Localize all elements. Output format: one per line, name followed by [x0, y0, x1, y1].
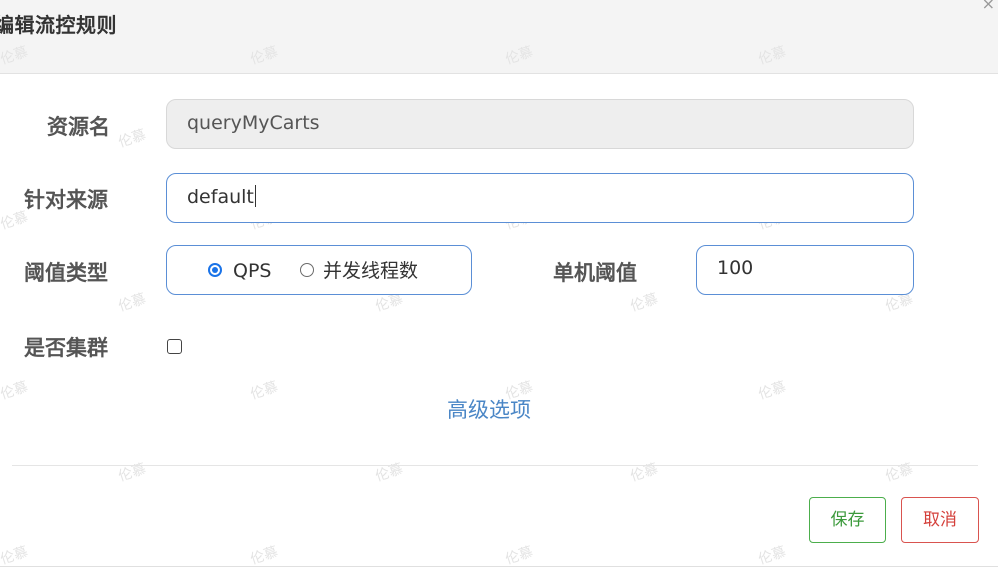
cluster-label: 是否集群 — [24, 336, 108, 360]
threshold-type-radio-group: QPS 并发线程数 — [166, 245, 472, 295]
save-button[interactable]: 保存 — [809, 497, 886, 543]
watermark-text: 伦慕 — [116, 461, 149, 485]
watermark-text: 伦慕 — [756, 544, 789, 568]
watermark-text: 伦慕 — [0, 544, 31, 568]
watermark-text: 伦慕 — [503, 544, 536, 568]
watermark-text: 伦慕 — [0, 379, 31, 403]
single-threshold-label: 单机阈值 — [553, 261, 637, 285]
dialog-title: 编辑流控规则 — [0, 13, 117, 37]
resource-name-input[interactable]: queryMyCarts — [166, 99, 914, 149]
edit-flow-rule-dialog: 编辑流控规则 × 伦慕 伦慕 伦慕 伦慕 伦慕 伦慕 伦慕 伦慕 伦慕 伦慕 伦慕 伦慕 伦慕 伦慕 伦慕伦… — [0, 0, 998, 571]
origin-label: 针对来源 — [24, 188, 108, 212]
watermark-text: 伦慕 — [248, 544, 281, 568]
watermark-text: 伦慕 — [756, 379, 789, 403]
origin-input[interactable]: default — [166, 173, 914, 223]
radio-thread-count[interactable] — [300, 263, 314, 277]
dialog-header: 编辑流控规则 × — [0, 0, 998, 74]
origin-input-value: default — [187, 186, 254, 208]
watermark-text: 伦慕 — [373, 461, 406, 485]
single-threshold-input[interactable]: 100 — [696, 245, 914, 295]
threshold-type-label: 阈值类型 — [24, 261, 108, 285]
dialog-bottom-border — [0, 566, 998, 567]
watermark-text: 伦慕 — [116, 291, 149, 315]
resource-label: 资源名 — [47, 115, 110, 139]
watermark-text: 伦慕 — [883, 461, 916, 485]
footer-divider — [12, 465, 978, 466]
watermark-text: 伦慕 — [628, 461, 661, 485]
watermark-text: 伦慕 — [116, 127, 149, 151]
cluster-checkbox[interactable] — [167, 339, 182, 354]
close-icon[interactable]: × — [982, 0, 995, 13]
watermark-text: 伦慕 — [628, 291, 661, 315]
text-caret — [254, 184, 256, 207]
advanced-options-link[interactable]: 高级选项 — [447, 394, 531, 424]
radio-qps-label[interactable]: QPS — [233, 258, 271, 284]
radio-thread-count-label[interactable]: 并发线程数 — [323, 258, 418, 284]
cancel-button[interactable]: 取消 — [901, 497, 979, 543]
watermark-text: 伦慕 — [248, 379, 281, 403]
radio-qps[interactable] — [208, 263, 222, 277]
